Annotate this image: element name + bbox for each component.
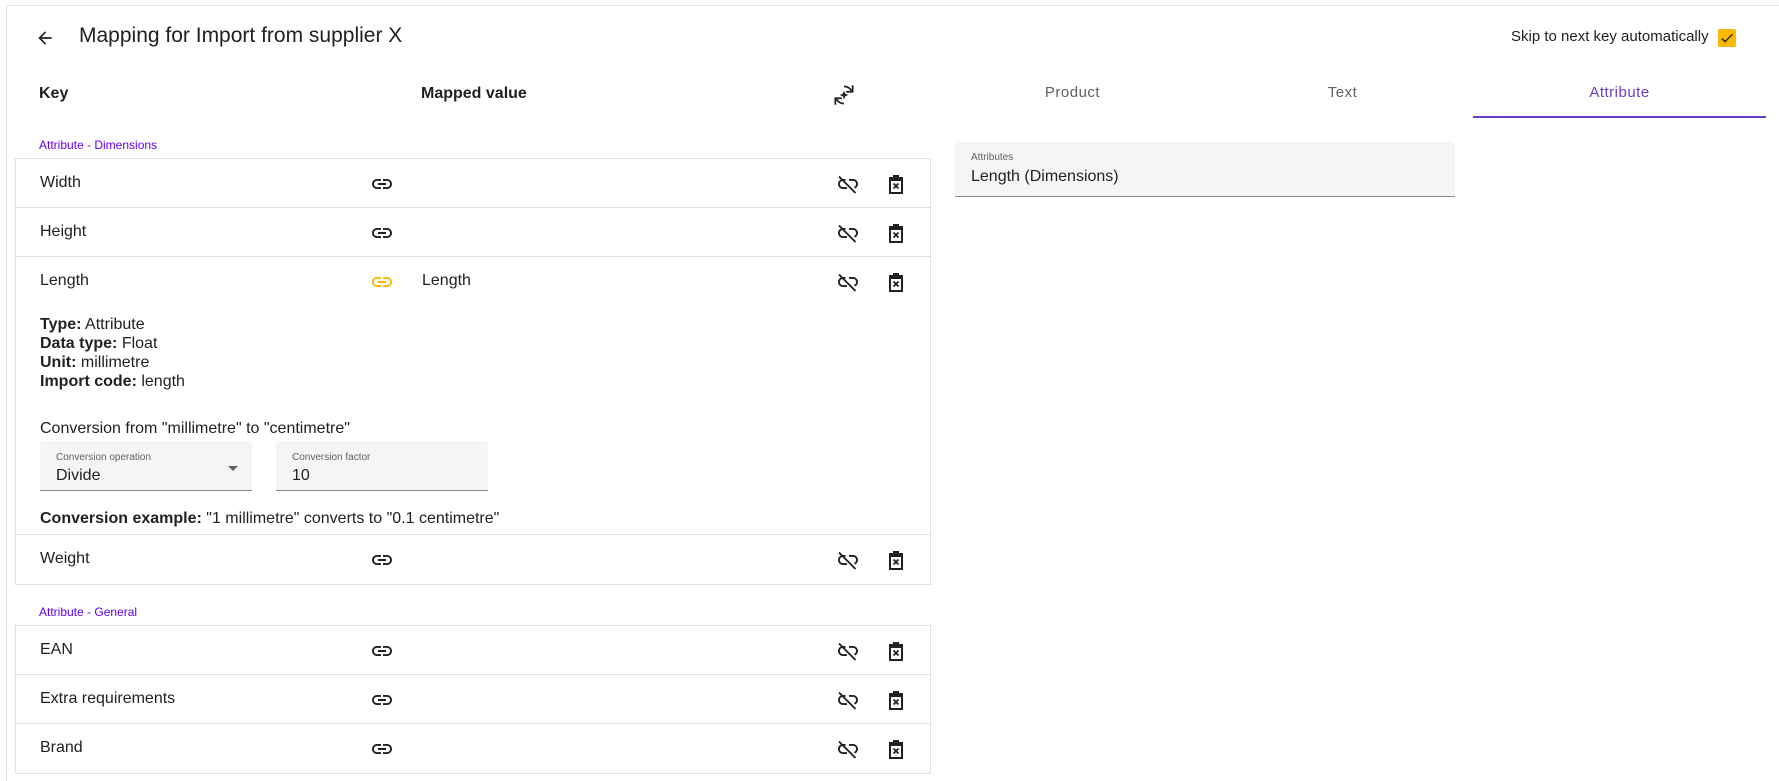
conversion-example-label: Conversion example: xyxy=(40,510,202,527)
group-label-general: Attribute - General xyxy=(39,605,138,619)
auto-map-button[interactable] xyxy=(831,82,857,108)
key-details: Type: Attribute Data type: Float Unit: m… xyxy=(40,315,185,391)
key-label: Weight xyxy=(40,550,90,567)
key-row-ean[interactable]: EAN xyxy=(16,626,930,675)
conversion-title: Conversion from "millimetre" to "centime… xyxy=(40,420,350,437)
detail-datatype-label: Data type: xyxy=(40,335,118,352)
tab-text[interactable]: Text xyxy=(1250,84,1435,118)
detail-type-value: Attribute xyxy=(85,316,145,333)
delete-box-icon[interactable] xyxy=(884,688,908,712)
key-label: Height xyxy=(40,223,87,240)
delete-box-icon[interactable] xyxy=(884,221,908,245)
dropdown-arrow-icon xyxy=(228,466,238,471)
key-row-width[interactable]: Width xyxy=(16,159,930,208)
key-row-height[interactable]: Height xyxy=(16,208,930,257)
delete-box-icon[interactable] xyxy=(884,270,908,294)
attributes-field-value: Length (Dimensions) xyxy=(971,168,1119,185)
conversion-operation-label: Conversion operation xyxy=(56,452,152,463)
link-icon[interactable] xyxy=(370,270,394,294)
detail-unit-value: millimetre xyxy=(80,354,150,371)
conversion-factor-input[interactable]: Conversion factor 10 xyxy=(276,441,488,491)
attributes-field[interactable]: Attributes Length (Dimensions) xyxy=(955,142,1455,197)
conversion-factor-value: 10 xyxy=(292,467,310,484)
delete-box-icon[interactable] xyxy=(884,548,908,572)
page-title: Mapping for Import from supplier X xyxy=(79,24,403,47)
conversion-example: Conversion example: "1 millimetre" conve… xyxy=(40,510,499,528)
key-row-weight[interactable]: Weight xyxy=(16,535,930,584)
key-row-brand[interactable]: Brand xyxy=(16,724,930,773)
detail-type-label: Type: xyxy=(40,316,82,333)
detail-importcode-value: length xyxy=(141,373,185,390)
key-label: Brand xyxy=(40,739,83,756)
link-icon[interactable] xyxy=(370,639,394,663)
detail-datatype-value: Float xyxy=(121,335,158,352)
arrow-left-icon xyxy=(38,31,52,45)
conversion-example-value: "1 millimetre" converts to "0.1 centimet… xyxy=(206,510,500,527)
check-icon xyxy=(1721,33,1733,43)
link-off-icon[interactable] xyxy=(836,548,860,572)
link-off-icon[interactable] xyxy=(836,688,860,712)
auto-map-icon xyxy=(834,85,854,105)
group-dimensions: Width Height Length Length Type: Attribu… xyxy=(15,158,931,585)
key-label: EAN xyxy=(40,641,73,658)
key-label: Length xyxy=(40,272,89,289)
delete-box-icon[interactable] xyxy=(884,172,908,196)
link-off-icon[interactable] xyxy=(836,221,860,245)
conversion-operation-value: Divide xyxy=(56,467,101,484)
skip-next-label: Skip to next key automatically xyxy=(1511,28,1709,45)
tab-product[interactable]: Product xyxy=(980,84,1165,118)
key-label: Width xyxy=(40,174,81,191)
conversion-factor-label: Conversion factor xyxy=(292,452,371,463)
link-icon[interactable] xyxy=(370,548,394,572)
attributes-field-label: Attributes xyxy=(971,152,1014,163)
group-label-dimensions: Attribute - Dimensions xyxy=(39,138,158,152)
mapped-value: Length xyxy=(422,272,471,289)
detail-importcode-label: Import code: xyxy=(40,373,137,390)
key-row-extra-requirements[interactable]: Extra requirements xyxy=(16,675,930,724)
delete-box-icon[interactable] xyxy=(884,639,908,663)
conversion-operation-select[interactable]: Conversion operation Divide xyxy=(40,441,252,491)
column-header-key: Key xyxy=(39,85,69,102)
link-off-icon[interactable] xyxy=(836,737,860,761)
link-off-icon[interactable] xyxy=(836,639,860,663)
link-icon[interactable] xyxy=(370,688,394,712)
key-row-length[interactable]: Length Length Type: Attribute Data type:… xyxy=(16,257,930,535)
back-button[interactable] xyxy=(34,27,56,49)
link-icon[interactable] xyxy=(370,737,394,761)
link-icon[interactable] xyxy=(370,221,394,245)
detail-unit-label: Unit: xyxy=(40,354,77,371)
delete-box-icon[interactable] xyxy=(884,737,908,761)
skip-next-checkbox[interactable] xyxy=(1718,29,1736,47)
key-label: Extra requirements xyxy=(40,690,176,707)
tab-attribute[interactable]: Attribute xyxy=(1473,84,1766,118)
link-off-icon[interactable] xyxy=(836,172,860,196)
column-header-mapped-value: Mapped value xyxy=(421,85,527,102)
link-off-icon[interactable] xyxy=(836,270,860,294)
link-icon[interactable] xyxy=(370,172,394,196)
group-general: EAN Extra requirements Brand xyxy=(15,625,931,774)
